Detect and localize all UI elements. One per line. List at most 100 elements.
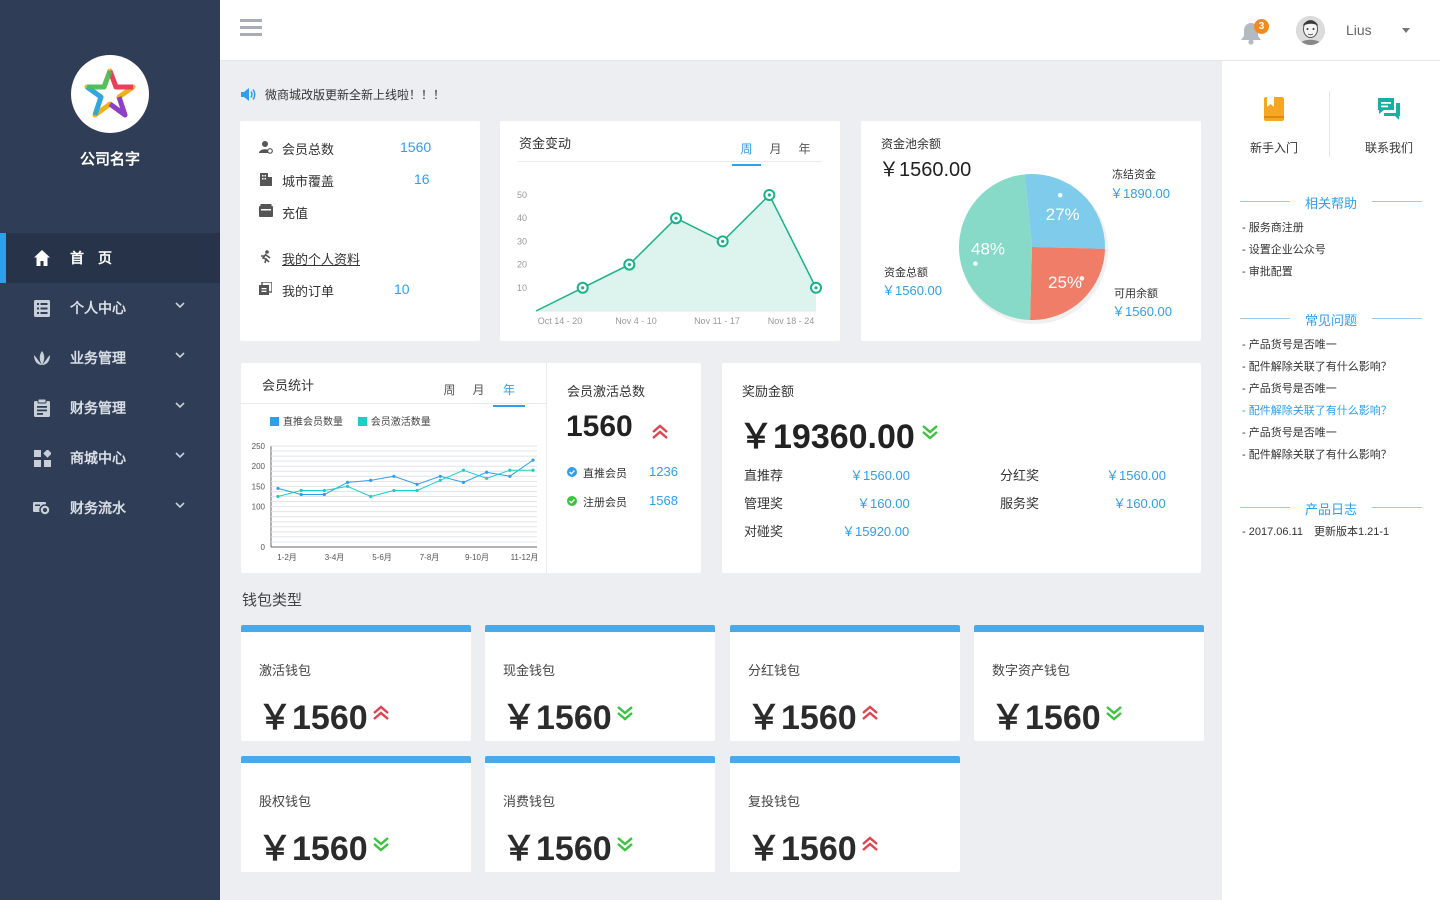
wallet-name: 消费钱包 xyxy=(503,794,556,809)
notification-badge: 3 xyxy=(1254,19,1269,34)
pie-callout-dot xyxy=(973,261,978,266)
y-tick-label: 10 xyxy=(517,283,527,293)
sidebar-item-cashflow[interactable]: 财务流水 xyxy=(0,483,220,533)
wallet-name: 数字资产钱包 xyxy=(992,663,1071,678)
trend-down-icon xyxy=(617,706,633,721)
trend-up-icon xyxy=(652,424,668,439)
list-item[interactable]: - 产品货号是否唯一 xyxy=(1242,422,1434,444)
pie-slice-label: 27% xyxy=(1046,205,1080,224)
clipboard-icon xyxy=(33,399,51,417)
list-item[interactable]: - 设置企业公众号 xyxy=(1242,239,1434,261)
book-icon xyxy=(1264,97,1284,121)
order-icon xyxy=(259,282,272,295)
lotus-icon xyxy=(33,349,51,367)
log-section-title: 产品日志 xyxy=(1240,499,1422,518)
wallet-name: 复投钱包 xyxy=(748,794,801,809)
contact-us-label: 联系我们 xyxy=(1364,141,1413,155)
log-list: - 2017.06.11 更新版本1.21-1 xyxy=(1242,521,1434,543)
wallet-card[interactable]: 分红钱包 ￥1560 xyxy=(730,625,960,741)
reward-item-value: ￥15920.00 xyxy=(842,524,910,539)
series-point xyxy=(531,458,535,462)
fund-change-title: 资金变动 xyxy=(519,136,572,151)
wallet-card[interactable]: 消费钱包 ￥1560 xyxy=(485,756,715,872)
series-point xyxy=(485,476,489,480)
user-name[interactable]: Lius xyxy=(1346,22,1372,38)
my-orders-link[interactable]: 我的订单 xyxy=(282,281,334,300)
user-menu-caret-icon[interactable] xyxy=(1402,28,1410,33)
list-item[interactable]: - 产品货号是否唯一 xyxy=(1242,334,1434,356)
member-total-value: 1560 xyxy=(400,139,432,155)
grid-icon xyxy=(33,449,51,467)
x-tick-label: 11-12月 xyxy=(511,553,539,562)
list-item[interactable]: - 配件解除关联了有什么影响？ xyxy=(1242,400,1434,422)
list-item[interactable]: - 配件解除关联了有什么影响？ xyxy=(1242,356,1434,378)
contact-us-button[interactable]: 联系我们 xyxy=(1344,96,1434,156)
sidebar-item-personal-center[interactable]: 个人中心 xyxy=(0,283,220,333)
pie-slice-label: 25% xyxy=(1048,273,1082,292)
reward-item-label: 服务奖 xyxy=(1000,496,1040,511)
help-list: - 服务商注册 - 设置企业公众号 - 审批配置 xyxy=(1242,217,1434,283)
y-tick-label: 200 xyxy=(252,462,266,471)
reward-total: ￥19360.00 xyxy=(739,418,915,456)
trend-down-icon xyxy=(1106,706,1122,721)
menu-toggle-icon[interactable] xyxy=(240,19,262,37)
wallet-card[interactable]: 激活钱包 ￥1560 xyxy=(241,625,471,741)
divider xyxy=(241,403,546,404)
series-point xyxy=(508,474,512,478)
wallet-card[interactable]: 数字资产钱包 ￥1560 xyxy=(974,625,1204,741)
list-item[interactable]: - 产品货号是否唯一 xyxy=(1242,378,1434,400)
series-point xyxy=(485,470,489,474)
pie-callout-dot xyxy=(1057,192,1063,198)
tab-month[interactable]: 月 xyxy=(761,140,790,166)
running-person-icon xyxy=(261,250,271,264)
legend-swatch-direct xyxy=(270,417,279,426)
reward-card: 奖励金额 ￥19360.00 直推荐 ￥1560.00 分红奖 ￥1560.00… xyxy=(722,363,1201,573)
tab-week[interactable]: 周 xyxy=(732,140,761,166)
building-icon xyxy=(260,173,272,186)
member-stats-card: 会员统计 周 月 年 直推会员数量 会员激活数量 0 100 150 200 250 1-… xyxy=(241,363,701,573)
available-value: ￥1560.00 xyxy=(1112,304,1172,319)
announcement-bar[interactable]: 微商城改版更新全新上线啦！！！ xyxy=(240,86,445,103)
legend-swatch-active xyxy=(357,417,367,426)
list-item[interactable]: - 配件解除关联了有什么影响？ xyxy=(1242,444,1434,466)
series-point xyxy=(369,478,373,482)
y-tick-label: 150 xyxy=(252,482,266,491)
recharge-link[interactable]: 充值 xyxy=(282,203,308,222)
sidebar-item-label: 个人中心 xyxy=(70,300,126,316)
direct-member-value: 1236 xyxy=(649,464,678,479)
sidebar-item-mall[interactable]: 商城中心 xyxy=(0,433,220,483)
wallet-card[interactable]: 股权钱包 ￥1560 xyxy=(241,756,471,872)
frozen-label: 冻结资金 xyxy=(1112,169,1156,181)
wallet-card[interactable]: 复投钱包 ￥1560 xyxy=(730,756,960,872)
registered-member-value: 1568 xyxy=(649,493,678,508)
list-item[interactable]: - 审批配置 xyxy=(1242,261,1434,283)
trend-down-icon xyxy=(922,425,938,440)
avatar[interactable] xyxy=(1296,16,1325,45)
wallet-value: ￥1560 xyxy=(258,699,368,737)
divider xyxy=(546,363,547,573)
y-tick-label: 50 xyxy=(517,190,527,200)
my-profile-link[interactable]: 我的个人资料 xyxy=(282,249,360,268)
sidebar-item-business[interactable]: 业务管理 xyxy=(0,333,220,383)
series-point xyxy=(461,480,466,484)
data-point-center xyxy=(674,216,678,220)
y-tick-label: 250 xyxy=(252,442,266,451)
list-item[interactable]: - 2017.06.11 更新版本1.21-1 xyxy=(1242,521,1434,543)
beginner-guide-button[interactable]: 新手入门 xyxy=(1229,96,1319,156)
list-item[interactable]: - 服务商注册 xyxy=(1242,217,1434,239)
list-icon xyxy=(33,299,51,317)
wallet-section-title: 钱包类型 xyxy=(242,592,303,609)
series-point xyxy=(345,480,350,484)
x-tick-label: Oct 14 - 20 xyxy=(538,316,583,326)
direct-member-label: 直推会员 xyxy=(583,468,627,480)
sidebar-item-home[interactable]: 首 页 xyxy=(0,233,220,283)
reward-title: 奖励金额 xyxy=(742,384,795,399)
wallet-card[interactable]: 现金钱包 ￥1560 xyxy=(485,625,715,741)
sidebar-item-finance[interactable]: 财务管理 xyxy=(0,383,220,433)
legend-label-direct: 直推会员数量 xyxy=(283,417,343,428)
chart-legend: 直推会员数量 会员激活数量 xyxy=(270,413,431,428)
check-circle-icon xyxy=(567,496,577,506)
y-tick-label: 100 xyxy=(252,503,266,512)
company-logo[interactable] xyxy=(71,55,149,133)
tab-year[interactable]: 年 xyxy=(790,140,819,166)
